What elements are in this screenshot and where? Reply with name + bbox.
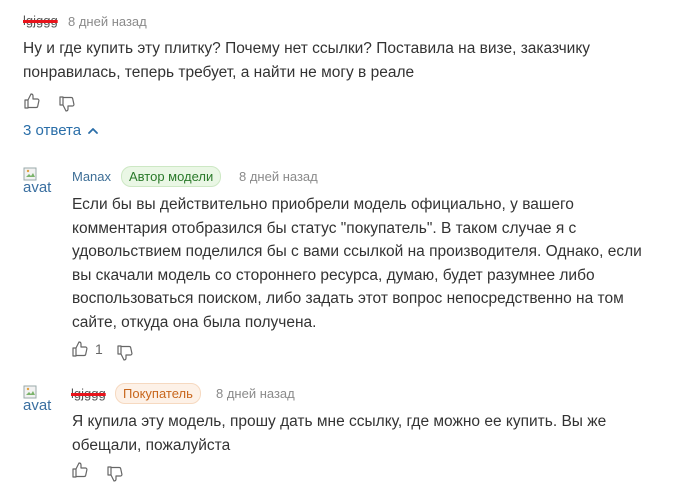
reply-like: [71, 461, 89, 479]
avatar[interactable]: avat: [23, 166, 63, 206]
avatar-alt-text: avat: [23, 397, 52, 414]
replies-toggle-label: 3 ответа: [23, 122, 82, 139]
thumbs-up-icon[interactable]: [71, 461, 89, 479]
comment-username[interactable]: lgjggg: [23, 13, 58, 28]
replies-toggle[interactable]: 3 ответа: [23, 122, 99, 139]
comment-text-line-1: Ну и где купить эту плитку? Почему нет с…: [23, 40, 591, 57]
buyer-badge: Покупатель: [115, 383, 201, 404]
comment-text-line-2: понравилась, теперь требует, а найти не …: [23, 64, 415, 81]
reply-like: 1: [71, 340, 103, 358]
reply-timestamp[interactable]: 8 дней назад: [239, 169, 318, 184]
reply-text-line-2: обещали, пожалуйста: [72, 437, 231, 454]
thumbs-down-icon[interactable]: [58, 95, 76, 113]
avatar-alt-text: avat: [23, 179, 52, 196]
thumbs-down-icon[interactable]: [106, 465, 124, 483]
like-count: 1: [95, 341, 103, 357]
thumbs-down-icon[interactable]: [116, 344, 134, 362]
reply-text-line-3: удовольствием поделился бы с вами ссылко…: [72, 243, 642, 260]
reply-text-line-4: вы скачали модель со стороннего ресурса,…: [72, 267, 595, 284]
reply-timestamp[interactable]: 8 дней назад: [216, 386, 295, 401]
reply-text-line-5: воспользоваться поиском, либо задать это…: [72, 290, 624, 307]
reply-text-line-1: Если бы вы действительно приобрели модел…: [72, 196, 574, 213]
thumbs-up-icon[interactable]: [71, 340, 89, 358]
reply-dislike: [106, 465, 124, 483]
chevron-up-icon: [87, 125, 99, 137]
avatar[interactable]: avat: [23, 384, 63, 424]
reply-text-line-1: Я купила эту модель, прошу дать мне ссыл…: [72, 413, 607, 430]
comment-dislike: [58, 95, 76, 113]
reply-text-line-2: комментария отобразился бы статус "покуп…: [72, 220, 577, 237]
thumbs-up-icon[interactable]: [23, 92, 41, 110]
reply-username[interactable]: lgjggg: [71, 386, 106, 401]
reply-text-line-6: сайте, откуда она была получена.: [72, 314, 317, 331]
comment-votes: [23, 92, 41, 110]
reply-username[interactable]: Manax: [72, 169, 111, 184]
reply-dislike: [116, 344, 134, 362]
author-badge: Автор модели: [121, 166, 222, 187]
comment-timestamp[interactable]: 8 дней назад: [68, 14, 147, 29]
